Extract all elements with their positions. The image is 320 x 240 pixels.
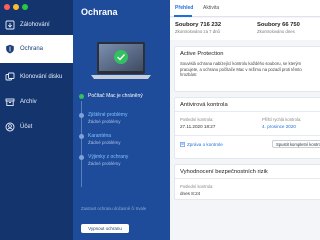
backup-icon <box>0 20 20 30</box>
detected-issues-link[interactable]: Zjištěné problémy <box>88 112 127 118</box>
summary-count: Soubory 716 232 <box>175 22 222 28</box>
clone-disk-icon <box>0 72 20 82</box>
tab-overview[interactable]: Přehled <box>175 5 193 11</box>
card-divider <box>175 135 320 136</box>
quarantine-link[interactable]: Karanténa <box>88 133 121 139</box>
scan-report-link[interactable]: Zpráva o kontrole <box>180 142 223 147</box>
archive-icon <box>0 97 20 107</box>
last-scan-label: Poslední kontrola: <box>180 184 214 189</box>
vulnerability-card: Vyhodnocení bezpečnostních rizik Posledn… <box>174 164 320 200</box>
tab-bar: Přehled Aktivita <box>170 0 320 17</box>
status-detected-issues[interactable]: Zjištěné problémy Žádné problémy <box>79 112 127 124</box>
last-scan-label: Poslední kontrola: <box>180 117 214 122</box>
next-scan-label: Příští rychlá kontrola: <box>262 117 302 122</box>
sidebar-item-label: Ochrana <box>20 46 44 52</box>
summary-caption: Zkontrolováno dnes <box>257 29 295 34</box>
shield-icon <box>0 44 20 54</box>
run-full-scan-button[interactable]: Spustit kompletní kontrolu <box>272 140 320 148</box>
last-scan-value: dnes 8:24 <box>180 191 201 196</box>
card-title: Vyhodnocení bezpečnostních rizik <box>180 169 268 175</box>
status-subtitle: Žádné problémy <box>88 161 121 166</box>
status-protected: Počítač Mac je chráněný <box>79 93 143 99</box>
report-icon <box>180 142 185 147</box>
protection-panel: Ochrana Počítač Mac je chráněný Zjištěné… <box>73 0 170 240</box>
sidebar-item-label: Klonování disku <box>20 74 63 80</box>
card-description: Souvislá ochrana nabízející kontrolu kaž… <box>180 61 302 78</box>
next-scan-value[interactable]: 4. prosince 2020 <box>262 124 296 129</box>
card-divider <box>175 178 320 179</box>
summary-today: Soubory 66 750 Zkontrolováno dnes <box>257 22 300 34</box>
active-protection-card: Active Protection Souvislá ochrana nabíz… <box>174 46 320 92</box>
stop-protection-note: Zastavit ochranu dočasně či trvale <box>81 206 147 211</box>
status-dot-icon <box>79 155 84 160</box>
ok-status-icon <box>79 94 84 99</box>
card-title: Antivirová kontrola <box>180 102 228 108</box>
sidebar-item-label: Archiv <box>20 99 37 105</box>
card-divider <box>175 111 320 112</box>
protected-mac-illustration <box>89 38 153 82</box>
scan-summary: Soubory 716 232 Zkontrolováno za 7 dnů S… <box>170 18 320 40</box>
antivirus-card: Antivirová kontrola Poslední kontrola: 2… <box>174 97 320 159</box>
sidebar-item-label: Účet <box>20 124 33 130</box>
exclusions-link[interactable]: Výjimky z ochrany <box>88 154 128 160</box>
status-title: Počítač Mac je chráněný <box>88 93 143 99</box>
turn-off-protection-button[interactable]: Vypnout ochranu <box>81 224 129 233</box>
card-title: Active Protection <box>180 51 224 57</box>
summary-week: Soubory 716 232 Zkontrolováno za 7 dnů <box>175 22 221 34</box>
sidebar-item-protection[interactable]: Ochrana <box>0 35 73 63</box>
status-exclusions[interactable]: Výjimky z ochrany Žádné problémy <box>79 154 128 166</box>
scan-report-label: Zpráva o kontrole <box>187 142 223 147</box>
overview-panel: Přehled Aktivita Soubory 716 232 Zkontro… <box>170 0 320 240</box>
status-subtitle: Žádné problémy <box>88 140 121 145</box>
last-scan-value: 27.11.2020 18:27 <box>180 124 216 129</box>
status-dot-icon <box>79 134 84 139</box>
status-subtitle: Žádné problémy <box>88 119 121 124</box>
active-tab-indicator <box>174 15 192 17</box>
sidebar-item-account[interactable]: Účet <box>0 112 73 142</box>
status-quarantine[interactable]: Karanténa Žádné problémy <box>79 133 121 145</box>
page-title: Ochrana <box>81 7 118 17</box>
summary-caption: Zkontrolováno za 7 dnů <box>175 29 220 34</box>
account-icon <box>0 122 20 132</box>
status-dot-icon <box>79 113 84 118</box>
tab-activity[interactable]: Aktivita <box>203 5 219 11</box>
sidebar: Zálohování Ochrana Klonování disku Archi… <box>0 0 73 240</box>
sidebar-item-label: Zálohování <box>20 22 50 28</box>
summary-count: Soubory 66 750 <box>257 22 300 28</box>
